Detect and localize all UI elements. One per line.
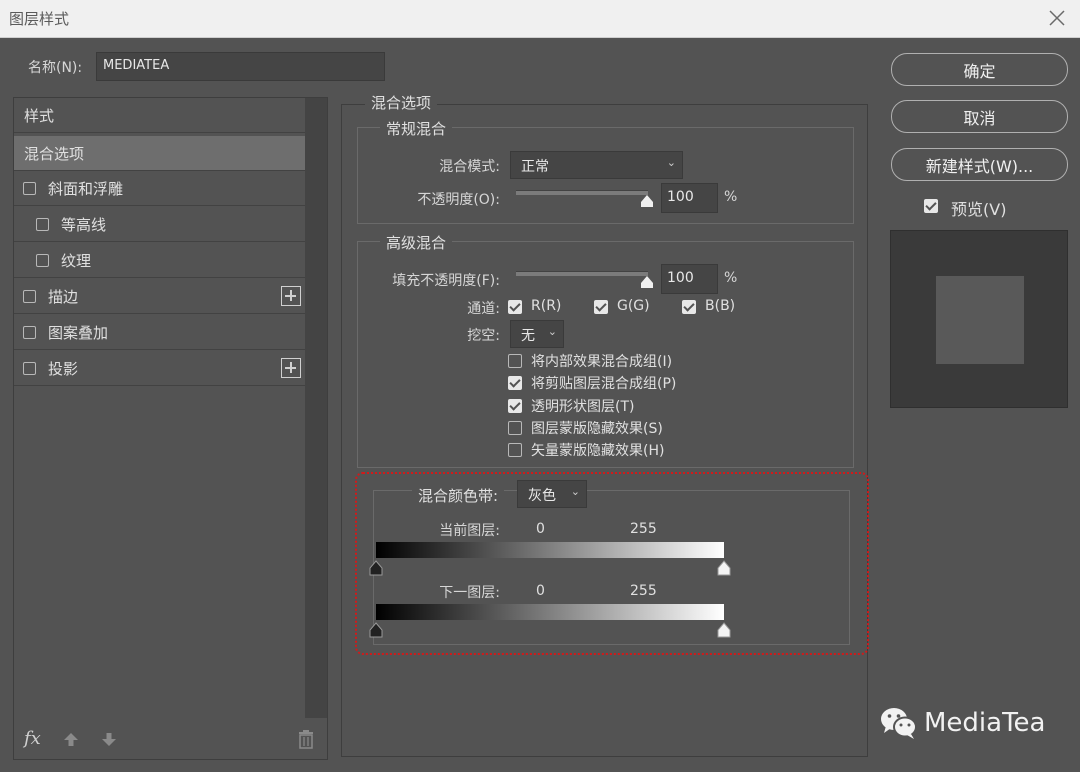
option-label-blend-clipped: 将剪贴图层混合成组(P): [531, 376, 677, 392]
general-blending-title: 常规混合: [380, 118, 453, 139]
option-checkbox-layer-mask-hides[interactable]: [508, 421, 522, 435]
bevel-emboss-checkbox[interactable]: [23, 181, 36, 195]
style-list-item-drop-shadow[interactable]: 投影: [14, 351, 305, 386]
option-label-blend-interior: 将内部效果混合成组(I): [531, 354, 673, 370]
fill-opacity-unit: %: [724, 270, 738, 286]
style-list-item-stroke[interactable]: 描边: [14, 279, 305, 314]
style-list-item-blending-options[interactable]: 混合选项: [14, 136, 305, 171]
move-down-icon[interactable]: [101, 731, 117, 747]
style-list-item-label: 图案叠加: [48, 323, 109, 342]
highlight-annotation: [355, 472, 869, 655]
option-checkbox-blend-clipped[interactable]: [508, 376, 522, 390]
channel-r-label: R(R): [531, 298, 562, 314]
watermark: MediaTea: [880, 706, 1045, 740]
fill-opacity-label: 填充不透明度(F):: [392, 273, 500, 289]
opacity-unit: %: [724, 189, 738, 205]
add-stroke-icon[interactable]: [281, 286, 301, 306]
knockout-select[interactable]: 无 ⌄: [510, 320, 564, 348]
name-input[interactable]: MEDIATEA: [96, 52, 385, 81]
pattern-overlay-checkbox[interactable]: [23, 325, 36, 339]
style-list-item-styles[interactable]: 样式: [14, 98, 305, 133]
style-list-item-bevel-emboss[interactable]: 斜面和浮雕: [14, 171, 305, 206]
chevron-down-icon: ⌄: [666, 156, 676, 169]
name-label: 名称(N):: [28, 60, 83, 76]
chevron-down-icon: ⌄: [547, 325, 557, 338]
style-list-item-label: 投影: [48, 359, 79, 378]
watermark-text: MediaTea: [924, 708, 1046, 738]
channel-g-label: G(G): [617, 298, 650, 314]
advanced-blending-title: 高级混合: [380, 232, 453, 253]
fx-icon[interactable]: fx: [24, 728, 41, 749]
contour-checkbox[interactable]: [36, 217, 49, 231]
move-up-icon[interactable]: [63, 731, 79, 747]
blend-mode-select[interactable]: 正常 ⌄: [510, 151, 683, 179]
channel-b-checkbox[interactable]: [682, 300, 696, 314]
style-list-panel: 样式 混合选项 斜面和浮雕 等高线 纹理 描边 图案叠加 投影: [13, 97, 328, 760]
wechat-icon: [881, 708, 917, 739]
channels-label: 通道:: [467, 301, 500, 317]
preview-checkbox[interactable]: [924, 199, 938, 213]
drop-shadow-checkbox[interactable]: [23, 361, 36, 375]
channel-b-label: B(B): [705, 298, 736, 314]
style-list-item-label: 样式: [24, 106, 55, 125]
option-label-layer-mask-hides: 图层蒙版隐藏效果(S): [531, 421, 663, 437]
title-bar: 图层样式: [0, 0, 1080, 38]
stroke-checkbox[interactable]: [23, 289, 36, 303]
close-icon[interactable]: [1046, 7, 1068, 29]
opacity-slider-track[interactable]: [516, 190, 648, 195]
fill-opacity-input[interactable]: 100: [661, 264, 718, 294]
option-checkbox-transparency-shapes[interactable]: [508, 399, 522, 413]
option-label-vector-mask-hides: 矢量蒙版隐藏效果(H): [531, 443, 665, 459]
new-style-button[interactable]: 新建样式(W)...: [891, 148, 1068, 181]
texture-checkbox[interactable]: [36, 253, 49, 267]
fill-opacity-slider-track[interactable]: [516, 271, 648, 276]
trash-icon[interactable]: [297, 729, 315, 749]
opacity-slider-thumb[interactable]: [639, 194, 655, 208]
option-checkbox-blend-interior[interactable]: [508, 354, 522, 368]
option-checkbox-vector-mask-hides[interactable]: [508, 443, 522, 457]
style-list-scrollbar[interactable]: [305, 98, 327, 718]
style-list-item-pattern-overlay[interactable]: 图案叠加: [14, 315, 305, 350]
style-list-item-contour[interactable]: 等高线: [14, 207, 305, 242]
opacity-input[interactable]: 100: [661, 183, 718, 213]
ok-button[interactable]: 确定: [891, 53, 1068, 86]
window-title: 图层样式: [9, 10, 70, 28]
style-list-toolbar: fx: [24, 728, 117, 749]
style-list-item-label: 斜面和浮雕: [48, 179, 124, 198]
option-label-transparency-shapes: 透明形状图层(T): [531, 399, 635, 415]
opacity-label: 不透明度(O):: [417, 192, 500, 208]
style-list-item-label: 纹理: [61, 251, 92, 270]
add-drop-shadow-icon[interactable]: [281, 358, 301, 378]
style-list-item-texture[interactable]: 纹理: [14, 243, 305, 278]
blending-options-title: 混合选项: [365, 92, 438, 113]
style-list-item-label: 描边: [48, 287, 79, 306]
cancel-button[interactable]: 取消: [891, 100, 1068, 133]
preview-label: 预览(V): [951, 200, 1007, 219]
channel-r-checkbox[interactable]: [508, 300, 522, 314]
channel-g-checkbox[interactable]: [594, 300, 608, 314]
style-list-item-label: 混合选项: [24, 144, 85, 163]
blend-mode-label: 混合模式:: [439, 159, 500, 175]
style-preview-swatch: [936, 276, 1024, 364]
knockout-value: 无: [521, 328, 535, 344]
fill-opacity-slider-thumb[interactable]: [639, 275, 655, 289]
blend-mode-value: 正常: [521, 159, 549, 175]
style-list-item-label: 等高线: [61, 215, 107, 234]
style-preview: [890, 230, 1068, 408]
knockout-label: 挖空:: [467, 328, 500, 344]
